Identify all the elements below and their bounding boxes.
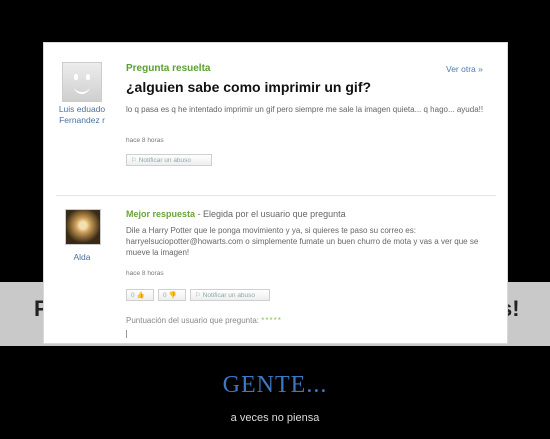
answer-time: hace 8 horas [126,270,164,277]
poster-headline: GENTE... [222,372,328,398]
answers-page: Luis eduado Fernandez r Pregunta resuelt… [44,43,507,343]
answer-body: Dile a Harry Potter que le ponga movimie… [126,226,479,257]
thumbs-down-icon: 👎 [168,292,177,299]
answer-report-abuse-button[interactable]: ⚐ Notificar un abuso [190,289,270,301]
ver-otra-link[interactable]: Ver otra » [446,64,483,74]
screenshot-frame: Luis eduado Fernandez r Pregunta resuelt… [43,42,508,344]
asker-name[interactable]: Luis eduado Fernandez r [52,104,112,126]
thumbs-up-button[interactable]: 0 👍 [126,289,154,301]
best-answer-header: Mejor respuesta - Elegida por el usuario… [126,209,346,219]
section-divider [56,195,496,196]
question-body: lo q pasa es q he intentado imprimir un … [126,105,484,114]
smiley-avatar-icon[interactable] [62,62,102,102]
flag-icon: ⚐ [195,292,203,299]
answerer-name[interactable]: Alda [62,252,102,263]
thumbs-up-icon: 👍 [136,292,145,299]
asker-rating: Puntuación del usuario que pregunta: ***… [126,316,282,325]
report-abuse-button[interactable]: ⚐ Notificar un abuso [126,154,212,166]
question-title: ¿alguien sabe como imprimir un gif? [126,79,372,95]
flag-icon: ⚐ [131,157,139,164]
thumbs-down-button[interactable]: 0 👎 [158,289,186,301]
text-cursor [126,330,127,338]
resolved-status: Pregunta resuelta [126,63,211,74]
poster-subline: a veces no piensa [230,412,320,424]
question-time: hace 8 horas [126,137,164,144]
answerer-avatar-icon[interactable] [65,209,101,245]
rating-stars: ***** [261,316,282,325]
